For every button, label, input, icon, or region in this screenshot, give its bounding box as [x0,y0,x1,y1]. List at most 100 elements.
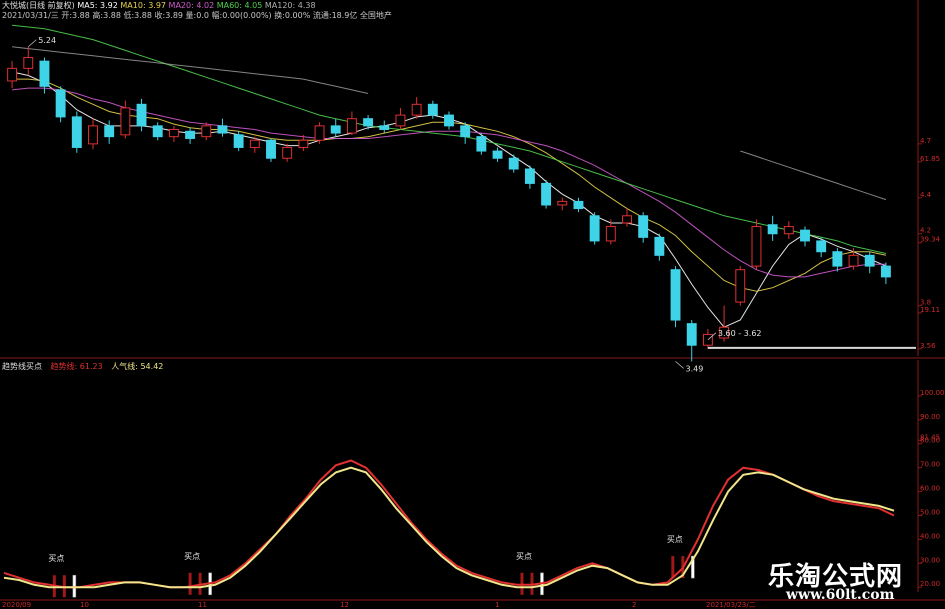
candle-up [201,125,212,138]
bar-info: 2021/03/31/三 开:3.88 高:3.88 低:3.88 收:3.89… [2,11,392,20]
candle-down [55,89,66,118]
price-tick-label: 4.7 [920,137,931,145]
price-header: 大悦城(日线 前复权) MA5: 3.92 MA10: 3.97 MA20: 4… [2,1,316,11]
buy-point-label: 买点 [184,552,200,561]
candle-down [233,134,244,148]
candle-up [249,139,260,148]
price-tick-label: 3.56 [920,342,936,350]
indicator-tick-label: 20.00 [920,580,940,588]
time-axis-label: 1 [495,601,499,609]
indicator-tick-label: 30.00 [920,556,940,564]
candle-down [330,125,341,134]
time-axis-label: 11 [198,601,207,609]
indicator-header: 趋势线买点 趋势线: 61.23 人气线: 54.42 [2,362,163,372]
candle-down [573,200,584,210]
candle-up [751,226,762,267]
ma-legend-item: MA120: 4.38 [262,1,316,10]
time-axis-label: 12 [340,601,349,609]
ma-line-ma60 [12,24,887,254]
candle-down [136,103,147,127]
popularity-line [3,466,895,589]
stock-title: 大悦城(日线 前复权) [2,1,75,10]
candle-down [638,215,649,238]
candle-down [492,150,503,159]
stock-chart-window: 4.7 61.85 4.4 4.2 39.34 3.8 19.11 3.56 5.24 3.49 3… [0,0,945,609]
candle-up [848,254,859,267]
price-tick-label: 39.34 [920,236,941,244]
candle-down [266,139,276,159]
candle-down [767,224,778,235]
candle-up [120,107,131,136]
candle-up [7,67,18,82]
candle-up [282,146,293,159]
candle-down [363,118,374,127]
indicator-tick-label: 70.00 [920,461,940,469]
candle-down [589,215,600,242]
candle-up [168,128,179,138]
ma-legend-item: MA20: 4.02 [166,1,215,10]
time-axis-label: 2021/03/23/二 [706,601,756,609]
candle-down [379,125,390,130]
indicator-title: 趋势线买点 [2,362,42,371]
time-axis-label: 2 [632,601,636,609]
trend-line-legend: 趋势线: 61.23 [50,362,103,371]
candle-down [686,323,697,346]
candle-down [217,125,228,134]
indicator-tick-label: 90.00 [920,413,940,421]
price-tick-label: 4.4 [920,191,932,199]
price-tick-label: 61.85 [920,155,940,163]
chart-canvas[interactable]: 4.761.854.44.239.343.819.113.565.243.493… [0,0,945,609]
candle-down [444,114,454,127]
time-axis-label: 2020/09 [2,601,31,609]
buy-signal-bar [671,556,675,579]
candle-up [605,226,616,242]
indicator-tick-label: 100.00 [920,389,945,397]
buy-point-label: 买点 [48,554,64,563]
candle-up [783,226,794,235]
price-tick-label: 19.11 [920,306,940,314]
candle-down [524,168,535,184]
candle-down [39,60,50,87]
candle-down [71,116,82,148]
buy-point-label: 买点 [516,552,532,561]
candle-up [346,118,357,134]
buy-point-label: 买点 [667,535,683,544]
candle-down [670,269,681,321]
indicator-tick-label: 40.00 [920,532,940,540]
ma-legend-item: MA60: 4.05 [214,1,263,10]
candle-up [557,200,568,206]
candle-down [832,251,843,267]
price-annotation: 3.60 - 3.62 [718,329,762,338]
popularity-line-legend: 人气线: 54.42 [111,362,164,371]
price-annotation: 5.24 [38,36,56,45]
ma-legend-item: MA5: 3.92 [77,1,118,10]
trend-line [3,459,895,589]
candle-down [508,157,519,170]
candle-up [298,139,309,148]
ma-legend: MA5: 3.92 MA10: 3.97 MA20: 4.02 MA60: 4.… [77,1,315,10]
candle-up [622,215,632,224]
candle-up [735,269,746,303]
candle-down [654,236,665,256]
candle-up [411,103,422,116]
candle-down [476,136,487,152]
price-annotation-leader [675,361,684,369]
indicator-tick-label: 50.00 [920,508,940,516]
candle-down [104,125,115,138]
price-annotation: 3.49 [686,364,704,373]
indicator-tick-label: 80.00 [920,437,940,445]
candle-up [395,114,406,127]
price-tick-label: 4.2 [920,227,931,235]
candle-down [185,130,196,139]
indicator-tick-label: 60.00 [920,485,940,493]
candle-up [23,57,34,69]
candle-down [880,265,891,278]
candle-down [460,125,471,138]
time-axis-label: 10 [80,601,89,609]
ma-legend-item: MA10: 3.97 [117,1,167,10]
candle-down [427,103,438,116]
watermark-url: www.60lt.com [786,587,895,603]
buy-signal-bar [188,572,192,595]
candle-down [864,254,875,267]
price-annotation-leader [28,39,37,48]
